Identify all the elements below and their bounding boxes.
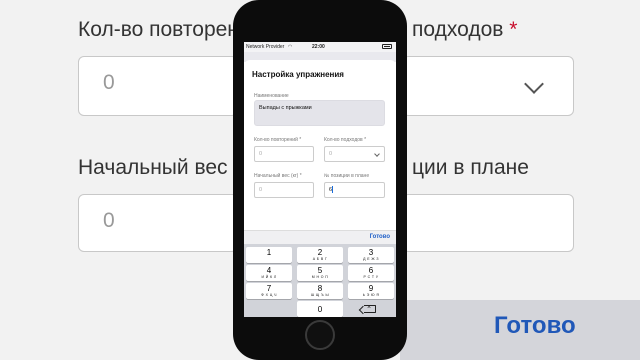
weight-label: Начальный вес (кг) *: [254, 173, 302, 179]
numeric-keypad: 1 2А Б В Г 3Д Е Ж З 4И Й К Л 5М Н О П 6Р…: [244, 244, 396, 317]
battery-icon: [382, 44, 392, 49]
weight-field[interactable]: 0: [254, 182, 314, 198]
sheet-title: Настройка упражнения: [252, 70, 344, 79]
wifi-icon: ◠: [288, 44, 293, 50]
bg-position-field: [402, 194, 574, 252]
sets-select[interactable]: 0: [324, 146, 385, 162]
name-label: Наименование: [254, 93, 289, 99]
backspace-icon: [364, 304, 376, 313]
keyboard-toolbar: Готово: [244, 230, 396, 244]
bg-done-button: Готово: [494, 312, 576, 339]
bg-position-label: ции в плане: [412, 156, 529, 179]
key-2[interactable]: 2А Б В Г: [297, 247, 343, 263]
key-4[interactable]: 4И Й К Л: [246, 265, 292, 281]
sets-label: Кол-во подходов *: [324, 137, 367, 143]
clock: 22:00: [312, 44, 325, 50]
reps-field[interactable]: 0: [254, 146, 314, 162]
bg-sets-field: [402, 56, 574, 116]
name-field[interactable]: Выпады с прыжками: [254, 100, 385, 126]
name-value: Выпады с прыжками: [259, 105, 312, 111]
bg-weight-label: Начальный вес: [78, 156, 228, 179]
key-6[interactable]: 6Р С Т У: [348, 265, 394, 281]
phone-screen: Network Provider ◠ 22:00 Настройка упраж…: [244, 42, 396, 317]
bg-reps-label: Кол-во повторен: [78, 18, 239, 41]
key-1[interactable]: 1: [246, 247, 292, 263]
key-9[interactable]: 9Ь Э Ю Я: [348, 283, 394, 299]
bg-sets-label: подходов *: [412, 18, 518, 41]
chevron-down-icon: [374, 151, 380, 157]
backspace-key[interactable]: [348, 301, 394, 317]
text-cursor: [332, 186, 334, 194]
key-5[interactable]: 5М Н О П: [297, 265, 343, 281]
key-0[interactable]: 0: [297, 301, 343, 317]
position-field[interactable]: 6: [324, 182, 385, 198]
bg-weight-field: 0: [78, 194, 238, 252]
home-button[interactable]: [305, 320, 335, 350]
status-bar: Network Provider ◠ 22:00: [244, 42, 396, 52]
carrier-label: Network Provider: [246, 44, 285, 50]
chevron-down-icon: [524, 74, 544, 94]
key-8[interactable]: 8Ш Щ Ъ Ы: [297, 283, 343, 299]
reps-label: Кол-во повторений *: [254, 137, 302, 143]
bg-reps-field: 0: [78, 56, 238, 116]
done-button[interactable]: Готово: [370, 234, 390, 240]
key-3[interactable]: 3Д Е Ж З: [348, 247, 394, 263]
key-7[interactable]: 7Ф Х Ц Ч: [246, 283, 292, 299]
position-label: № позиции в плане: [324, 173, 370, 179]
